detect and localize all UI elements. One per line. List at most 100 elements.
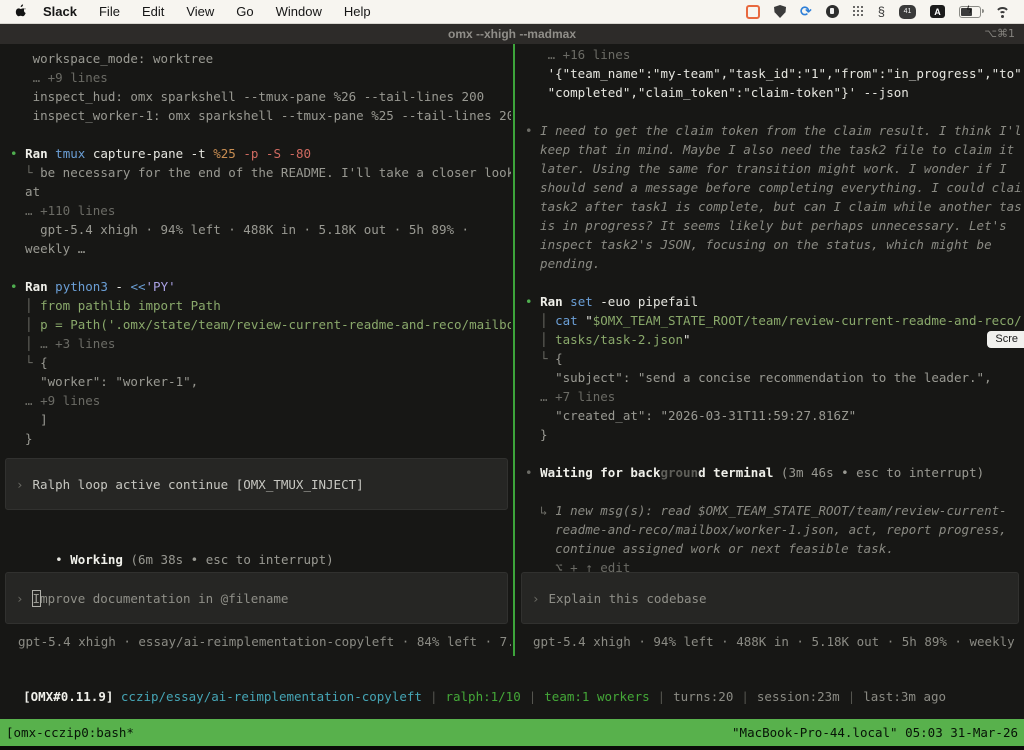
terminal-text: gpt-5.4 xhigh · 94% left · 488K in · 5.1…	[10, 222, 469, 237]
terminal-text: keep that in mind. Maybe I also need the…	[525, 142, 1014, 157]
separator: |	[658, 689, 666, 704]
model-status-left: gpt-5.4 xhigh · essay/ai-reimplementatio…	[18, 634, 511, 649]
terminal-line: at	[10, 182, 511, 201]
input-text-left: mprove documentation in @filename	[40, 591, 288, 606]
terminal-output-right: … +16 lines '{"team_name":"my-team","tas…	[525, 45, 1022, 577]
dark-app-icon[interactable]	[826, 5, 839, 18]
terminal-text: … +7 lines	[525, 389, 615, 404]
terminal-text: %25	[213, 146, 243, 161]
terminal-text: d terminal	[698, 465, 781, 480]
terminal-line	[525, 102, 1022, 121]
terminal-text: at	[10, 184, 40, 199]
sync-icon[interactable]: ⟳	[800, 5, 812, 19]
terminal-text: … +9 lines	[10, 70, 108, 85]
terminal-text: {	[40, 355, 48, 370]
terminal-text: Waiting for back	[540, 465, 660, 480]
terminal-text: ]	[10, 412, 48, 427]
terminal-line: • I need to get the claim token from the…	[525, 121, 1022, 140]
tmux-pane-left[interactable]: workspace_mode: worktree … +9 lines insp…	[0, 44, 513, 660]
terminal-line: inspect_hud: omx sparkshell --tmux-pane …	[10, 87, 511, 106]
terminal-text: capture-pane	[93, 146, 191, 161]
terminal-line: └ {	[525, 349, 1022, 368]
terminal-line: │ … +3 lines	[10, 334, 511, 353]
terminal-text: inspect_worker-1: omx sparkshell --tmux-…	[10, 108, 511, 123]
terminal-text: task2 after task1 is complete, but can I…	[525, 199, 1022, 214]
bolt-icon: ϟ	[966, 5, 973, 16]
terminal-line: weekly …	[10, 239, 511, 258]
terminal-text: '{"team_name":"my-team","task_id":"1","f…	[525, 66, 1022, 81]
badge-41-icon[interactable]: 41	[899, 5, 916, 19]
menu-item-window[interactable]: Window	[265, 4, 333, 19]
keyboard-layout-icon[interactable]: A	[930, 5, 945, 18]
terminal-text: •	[525, 123, 540, 138]
terminal-text: │	[10, 298, 40, 313]
window-title-bar[interactable]: omx --xhigh --madmax ⌥⌘1	[0, 24, 1024, 44]
terminal-text: -	[115, 279, 130, 294]
terminal-line	[525, 273, 1022, 292]
terminal-text: •	[10, 146, 25, 161]
terminal-text: -t	[191, 146, 214, 161]
terminal-text: set	[570, 294, 600, 309]
menu-item-slack[interactable]: Slack	[32, 4, 88, 19]
terminal-text: … +3 lines	[40, 336, 115, 351]
omx-ralph-count: ralph:1/10	[445, 689, 520, 704]
terminal-text: "completed","claim_token":"claim-token"}…	[525, 85, 909, 100]
menu-item-help[interactable]: Help	[333, 4, 382, 19]
terminal-line	[525, 444, 1022, 463]
tmux-session-name[interactable]: [omx-cczip0:bash*	[6, 725, 134, 740]
terminal-text: ↳	[525, 503, 555, 518]
terminal-text: Ran	[25, 146, 55, 161]
terminal-text: └	[525, 351, 555, 366]
separator: |	[529, 689, 537, 704]
prompt-input-left[interactable]: › Improve documentation in @filename	[5, 572, 508, 624]
prompt-chevron: ›	[532, 591, 540, 606]
prompt-input-right[interactable]: › Explain this codebase	[521, 572, 1019, 624]
terminal-text: … +110 lines	[10, 203, 115, 218]
terminal-text: should send a message before completing …	[525, 180, 1022, 195]
terminal-text: tasks/task-2.json	[555, 332, 683, 347]
screen-recording-icon[interactable]	[746, 5, 760, 19]
terminal-line: readme-and-reco/mailbox/worker-1.json, a…	[525, 520, 1022, 539]
terminal-line: │ tasks/task-2.json"	[525, 330, 1022, 349]
grid-dots-icon[interactable]	[853, 6, 864, 17]
terminal-text: "created_at": "2026-03-31T11:59:27.816Z"	[525, 408, 856, 423]
terminal-text: (3m 46s • esc to interrupt)	[781, 465, 984, 480]
terminal-line: │ from pathlib import Path	[10, 296, 511, 315]
terminal-text: pending.	[525, 256, 600, 271]
terminal-line: "completed","claim_token":"claim-token"}…	[525, 83, 1022, 102]
battery-charging-icon[interactable]: ϟ	[959, 6, 981, 18]
working-label: Working	[70, 552, 130, 567]
terminal-line: "worker": "worker-1",	[10, 372, 511, 391]
terminal-text: 'PY'	[146, 279, 176, 294]
terminal-line: │ p = Path('.omx/state/team/review-curre…	[10, 315, 511, 334]
terminal-text: workspace_mode: worktree	[10, 51, 213, 66]
apple-logo-icon[interactable]	[15, 4, 28, 19]
menu-item-edit[interactable]: Edit	[131, 4, 175, 19]
menu-item-view[interactable]: View	[175, 4, 225, 19]
shield-icon[interactable]	[774, 5, 786, 18]
terminal-line: gpt-5.4 xhigh · 94% left · 488K in · 5.1…	[10, 220, 511, 239]
terminal-text: Ran	[25, 279, 55, 294]
terminal-line: inspect_worker-1: omx sparkshell --tmux-…	[10, 106, 511, 125]
terminal-text: inspect_hud: omx sparkshell --tmux-pane …	[10, 89, 484, 104]
section-sign-icon[interactable]: §	[878, 5, 885, 18]
tmux-pane-right[interactable]: … +16 lines '{"team_name":"my-team","tas…	[516, 44, 1024, 660]
terminal-line: inspect task2's JSON, focusing on the st…	[525, 235, 1022, 254]
terminal-line: • Waiting for background terminal (3m 46…	[525, 463, 1022, 482]
menu-item-file[interactable]: File	[88, 4, 131, 19]
separator: |	[741, 689, 749, 704]
terminal-line	[10, 258, 511, 277]
pane-divider[interactable]	[513, 44, 515, 656]
terminal-text: 1 new msg(s): read $OMX_TEAM_STATE_ROOT/…	[555, 503, 1007, 518]
menu-item-go[interactable]: Go	[225, 4, 264, 19]
wifi-icon[interactable]	[995, 6, 1010, 18]
terminal-line	[10, 125, 511, 144]
terminal-output-left: workspace_mode: worktree … +9 lines insp…	[10, 49, 511, 448]
prompt-chevron: ›	[16, 591, 24, 606]
omx-branch-path: cczip/essay/ai-reimplementation-copyleft	[121, 689, 422, 704]
terminal-line: workspace_mode: worktree	[10, 49, 511, 68]
working-meta: (6m 38s • esc to interrupt)	[130, 552, 333, 567]
prompt-chevron: ›	[16, 477, 24, 492]
terminal-line: … +16 lines	[525, 45, 1022, 64]
terminal-line: later. Using the same for transition mig…	[525, 159, 1022, 178]
